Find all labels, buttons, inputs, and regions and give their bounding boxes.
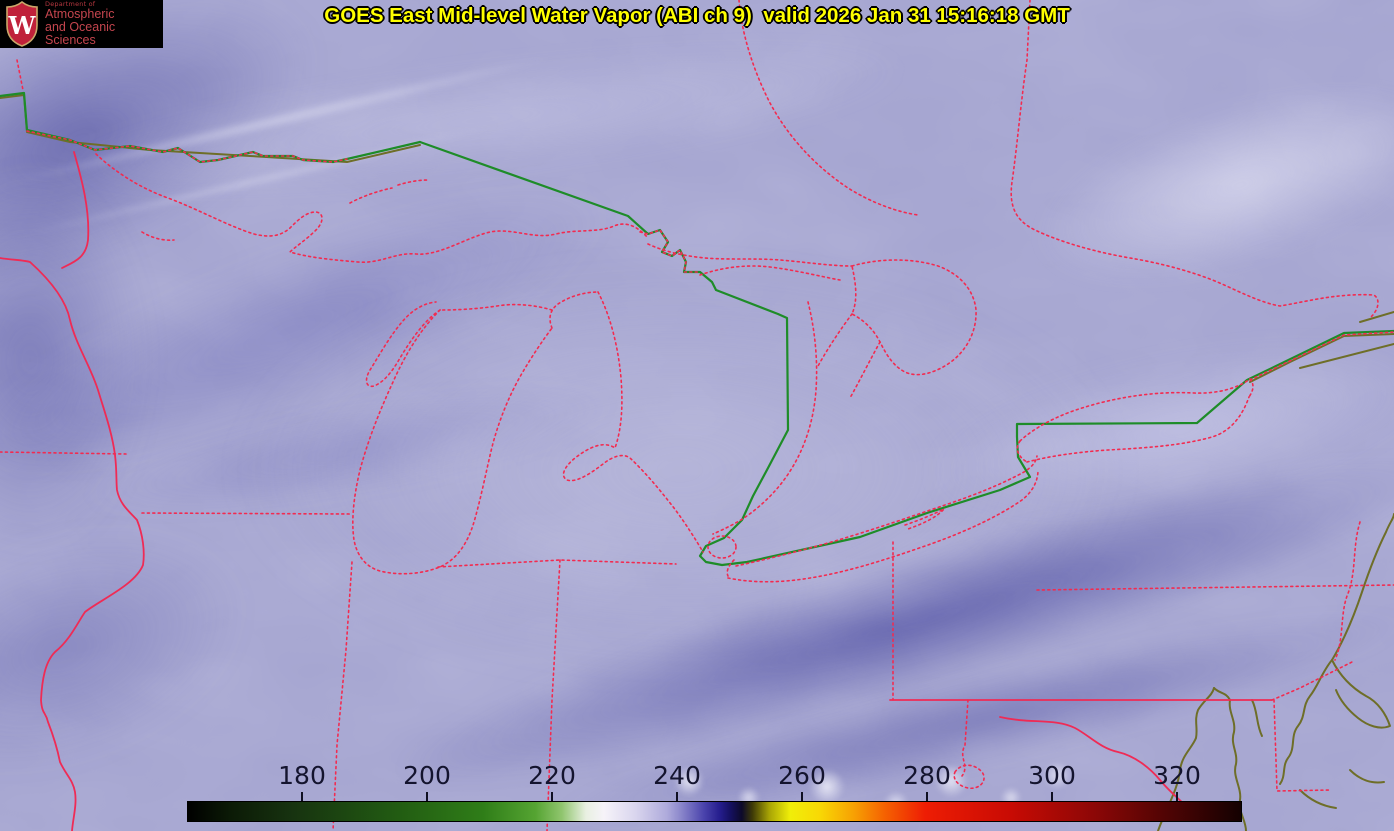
colorbar-tick xyxy=(301,792,303,801)
colorbar-tick xyxy=(426,792,428,801)
colorbar-tick xyxy=(1051,792,1053,801)
colorbar-tick xyxy=(551,792,553,801)
colorbar-tick xyxy=(1176,792,1178,801)
map-boundaries-overlay xyxy=(0,0,1394,831)
lake-shorelines-dotted xyxy=(0,0,1394,831)
image-title: GOES East Mid-level Water Vapor (ABI ch … xyxy=(324,4,1070,27)
colorbar-tick xyxy=(926,792,928,801)
colorbar-tick xyxy=(676,792,678,801)
coastline-olive xyxy=(0,94,1394,831)
colorbar xyxy=(187,801,1242,822)
colorbar-tick-label: 320 xyxy=(1153,761,1201,790)
colorbar-ticks: 180 200 220 240 260 280 300 320 xyxy=(187,761,1242,802)
colorbar-tick-label: 280 xyxy=(903,761,951,790)
state-borders-solid xyxy=(0,151,1273,831)
colorbar-tick-label: 260 xyxy=(778,761,826,790)
colorbar-tick-label: 220 xyxy=(528,761,576,790)
us-canada-border-line xyxy=(0,91,1394,567)
colorbar-tick-label: 200 xyxy=(403,761,451,790)
satellite-image: W Department of Atmospheric and Oceanic … xyxy=(0,0,1394,831)
colorbar-tick xyxy=(801,792,803,801)
colorbar-tick-label: 240 xyxy=(653,761,701,790)
colorbar-tick-label: 180 xyxy=(278,761,326,790)
colorbar-tick-label: 300 xyxy=(1028,761,1076,790)
